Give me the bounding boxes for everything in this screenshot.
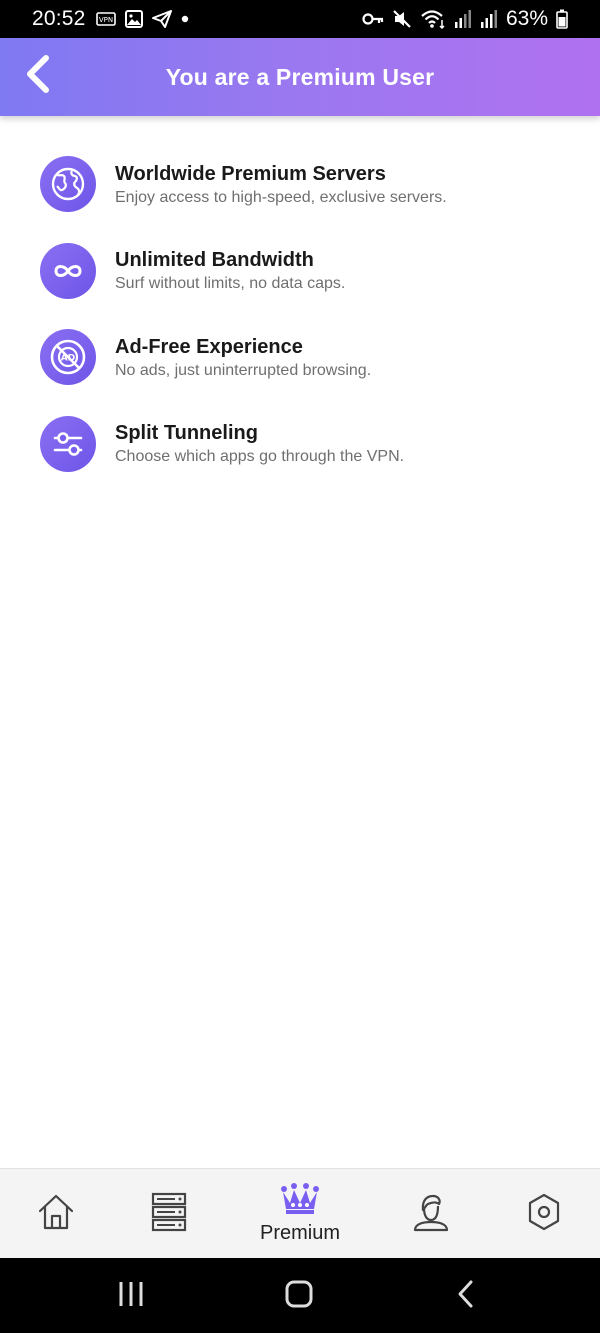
bottom-nav: Premium	[0, 1168, 600, 1258]
home-system-button[interactable]	[279, 1276, 319, 1316]
recent-apps-button[interactable]	[111, 1276, 151, 1316]
globe-icon	[40, 156, 96, 212]
nav-item-profile[interactable]	[386, 1169, 476, 1259]
page-title: You are a Premium User	[165, 63, 435, 90]
vpn-icon: VPN	[95, 12, 116, 26]
chevron-left-icon	[24, 54, 52, 99]
back-system-button[interactable]	[446, 1276, 486, 1316]
nav-item-premium[interactable]: Premium	[255, 1169, 345, 1259]
user-icon	[411, 1192, 451, 1237]
feature-description: No ads, just uninterrupted browsing.	[115, 361, 372, 379]
telegram-icon	[151, 10, 172, 28]
home-icon	[36, 1192, 76, 1237]
nav-item-settings[interactable]	[499, 1169, 589, 1259]
svg-text:VPN: VPN	[98, 16, 112, 24]
feature-item-split-tunneling: Split Tunneling Choose which apps go thr…	[40, 415, 560, 472]
key-icon	[362, 12, 384, 26]
feature-item-servers: Worldwide Premium Servers Enjoy access t…	[40, 156, 560, 212]
back-button[interactable]	[18, 54, 58, 98]
recent-apps-icon	[116, 1279, 146, 1314]
feature-item-bandwidth: Unlimited Bandwidth Surf without limits,…	[40, 242, 560, 299]
feature-title: Unlimited Bandwidth	[115, 249, 314, 271]
system-nav-bar	[0, 1258, 600, 1333]
status-icons-left: VPN	[95, 10, 189, 28]
nav-label-premium: Premium	[259, 1222, 340, 1244]
feature-text: Worldwide Premium Servers Enjoy access t…	[115, 161, 447, 208]
ad-block-icon: AD	[40, 329, 96, 385]
feature-title: Split Tunneling	[115, 422, 258, 444]
feature-text: Unlimited Bandwidth Surf without limits,…	[115, 247, 345, 294]
feature-title: Worldwide Premium Servers	[115, 162, 386, 185]
servers-icon	[151, 1192, 187, 1237]
feature-item-ad-free: AD Ad-Free Experience No ads, just unint…	[40, 329, 560, 385]
feature-text: Split Tunneling Choose which apps go thr…	[115, 420, 404, 467]
app-header: You are a Premium User	[0, 38, 600, 116]
nav-item-servers[interactable]	[124, 1169, 214, 1259]
signal-icon	[454, 9, 472, 29]
status-right: 63%	[362, 7, 568, 31]
feature-title: Ad-Free Experience	[115, 335, 303, 358]
battery-icon	[556, 9, 568, 29]
nav-item-home[interactable]	[11, 1169, 101, 1259]
back-arrow-icon	[453, 1278, 479, 1315]
home-square-icon	[283, 1278, 315, 1315]
crown-icon	[280, 1183, 320, 1220]
feature-description: Choose which apps go through the VPN.	[115, 448, 405, 465]
settings-icon	[526, 1193, 562, 1236]
dot-icon	[181, 15, 189, 23]
sliders-icon	[40, 415, 96, 472]
feature-list: Worldwide Premium Servers Enjoy access t…	[40, 156, 560, 502]
infinity-icon	[40, 242, 96, 299]
feature-description: Surf without limits, no data caps.	[115, 275, 346, 292]
app-screen: 20:52 VPN 63% You are a Premium User Wor…	[0, 0, 600, 1333]
status-time: 20:52	[32, 7, 86, 30]
wifi-icon	[420, 9, 446, 29]
feature-text: Ad-Free Experience No ads, just uninterr…	[115, 334, 371, 381]
feature-description: Enjoy access to high-speed, exclusive se…	[115, 188, 447, 206]
battery-percent: 63%	[505, 7, 548, 30]
status-bar: 20:52 VPN 63%	[0, 0, 600, 38]
signal-icon	[480, 9, 498, 29]
svg-text:AD: AD	[61, 354, 75, 364]
image-icon	[124, 10, 143, 28]
mute-icon	[392, 9, 412, 29]
status-left: 20:52 VPN	[32, 7, 189, 31]
